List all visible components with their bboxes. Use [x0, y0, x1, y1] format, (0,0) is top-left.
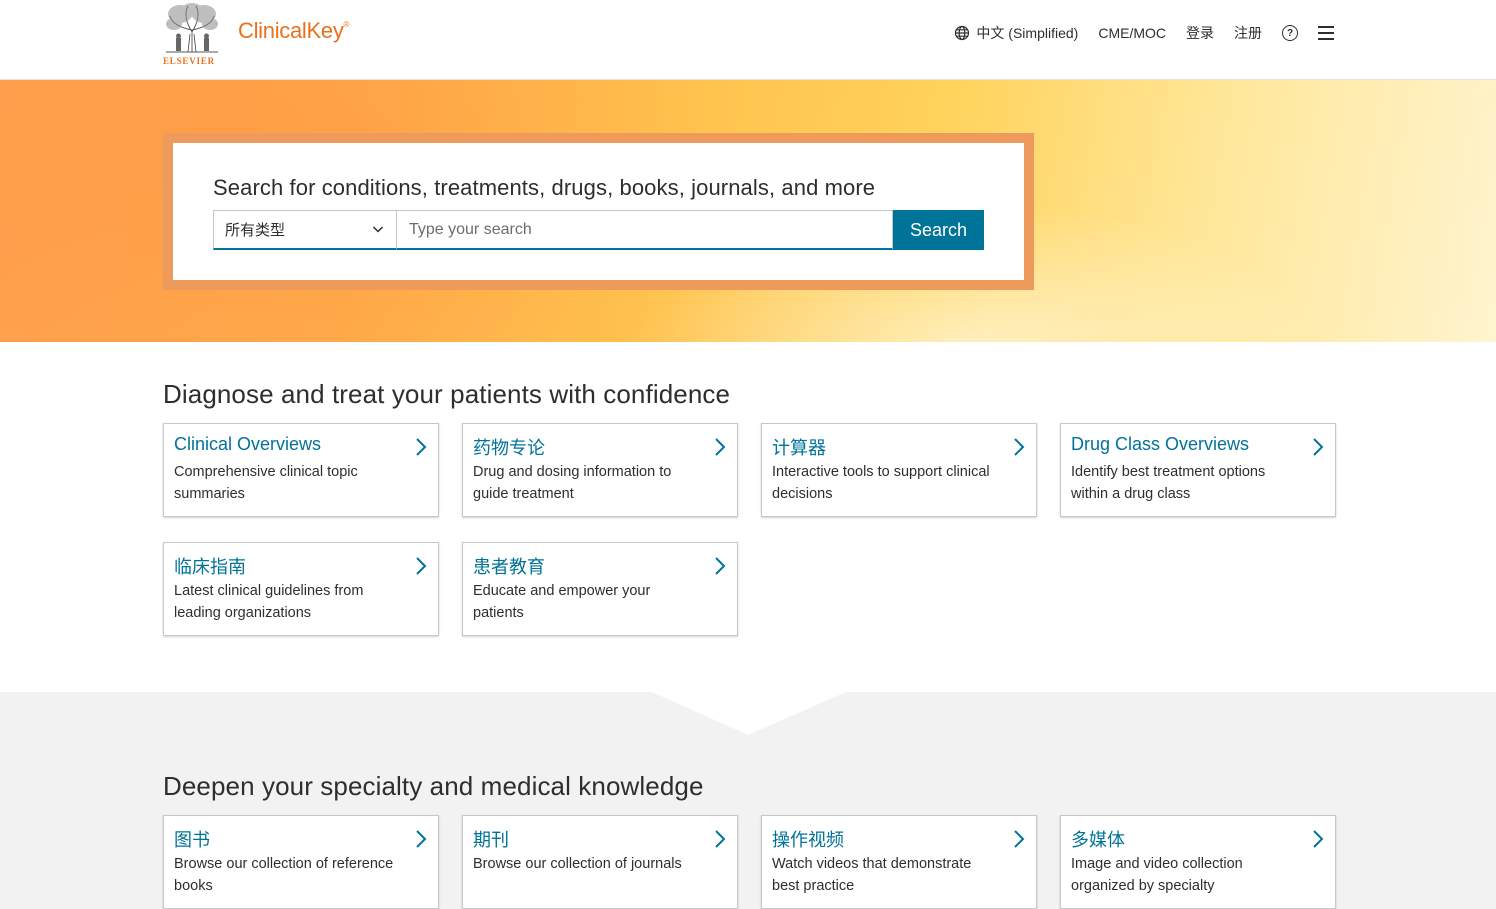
help-button[interactable]: ?: [1282, 25, 1298, 41]
card-title: 患者教育: [473, 557, 545, 577]
diagnose-section-title: Diagnose and treat your patients with co…: [163, 379, 731, 409]
card-description: Latest clinical guidelines from leading …: [174, 583, 364, 621]
card-description: Interactive tools to support clinical de…: [772, 464, 990, 502]
card-patient-education[interactable]: 患者教育 Educate and empower your patients: [462, 542, 738, 636]
deepen-section-title: Deepen your specialty and medical knowle…: [163, 771, 704, 801]
chevron-right-icon: [715, 830, 726, 848]
card-title: Drug Class Overviews: [1071, 434, 1250, 454]
login-link[interactable]: 登录: [1186, 23, 1214, 43]
chevron-right-icon: [416, 438, 427, 456]
card-journals[interactable]: 期刊 Browse our collection of journals: [462, 815, 738, 909]
menu-icon: [1318, 26, 1334, 40]
content-type-dropdown[interactable]: 所有类型: [213, 210, 397, 250]
brand-name: ClinicalKey: [238, 18, 344, 43]
card-description: Educate and empower your patients: [473, 583, 651, 621]
card-clinical-guidelines[interactable]: 临床指南 Latest clinical guidelines from lea…: [163, 542, 439, 636]
cme-moc-link[interactable]: CME/MOC: [1098, 25, 1166, 41]
chevron-right-icon: [416, 557, 427, 575]
search-input[interactable]: [397, 210, 893, 250]
search-button[interactable]: Search: [893, 210, 984, 250]
card-drug-class-overviews[interactable]: Drug Class Overviews Identify best treat…: [1060, 423, 1336, 517]
menu-button[interactable]: [1318, 26, 1334, 40]
card-drug-monographs[interactable]: 药物专论 Drug and dosing information to guid…: [462, 423, 738, 517]
help-icon: ?: [1282, 25, 1298, 41]
register-link[interactable]: 注册: [1234, 23, 1262, 43]
section-notch: [652, 692, 846, 735]
content-type-value: 所有类型: [225, 222, 286, 239]
card-description: Watch videos that demonstrate best pract…: [772, 856, 972, 894]
card-calculators[interactable]: 计算器 Interactive tools to support clinica…: [761, 423, 1037, 517]
top-header: ELSEVIER ClinicalKey® 中文 (Simplified) CM…: [0, 0, 1496, 80]
chevron-right-icon: [416, 830, 427, 848]
search-box: Search for conditions, treatments, drugs…: [173, 143, 1024, 280]
globe-icon: [955, 25, 970, 41]
chevron-right-icon: [715, 438, 726, 456]
search-heading: Search for conditions, treatments, drugs…: [213, 175, 876, 200]
card-clinical-overviews[interactable]: Clinical Overviews Comprehensive clinica…: [163, 423, 439, 517]
elsevier-tree-icon: [166, 3, 218, 53]
language-label: 中文 (Simplified): [976, 25, 1079, 41]
card-title: 图书: [174, 830, 210, 850]
clinicalkey-logo[interactable]: ClinicalKey®: [238, 18, 349, 44]
chevron-right-icon: [1313, 830, 1324, 848]
card-title: 临床指南: [174, 557, 246, 577]
card-description: Drug and dosing information to guide tre…: [473, 464, 672, 502]
chevron-down-icon: [372, 226, 384, 233]
card-description: Image and video collection organized by …: [1071, 856, 1243, 894]
language-selector[interactable]: 中文 (Simplified): [954, 23, 1078, 43]
card-title: 多媒体: [1071, 830, 1125, 850]
card-description: Browse our collection of reference books: [174, 856, 394, 894]
card-books[interactable]: 图书 Browse our collection of reference bo…: [163, 815, 439, 909]
search-panel: Search for conditions, treatments, drugs…: [163, 133, 1034, 290]
chevron-right-icon: [1014, 830, 1025, 848]
card-procedure-videos[interactable]: 操作视频 Watch videos that demonstrate best …: [761, 815, 1037, 909]
elsevier-wordmark: ELSEVIER: [163, 56, 215, 66]
card-title: 计算器: [772, 438, 826, 458]
card-description: Browse our collection of journals: [473, 856, 682, 872]
card-multimedia[interactable]: 多媒体 Image and video collection organized…: [1060, 815, 1336, 909]
card-title: Clinical Overviews: [174, 434, 322, 454]
hero-banner: Search for conditions, treatments, drugs…: [0, 80, 1496, 342]
card-title: 期刊: [473, 830, 509, 850]
card-description: Comprehensive clinical topic summaries: [174, 464, 358, 502]
chevron-right-icon: [1014, 438, 1025, 456]
header-nav: 中文 (Simplified) CME/MOC 登录 注册 ?: [934, 22, 1334, 44]
elsevier-logo[interactable]: ELSEVIER: [162, 2, 224, 68]
card-description: Identify best treatment options within a…: [1071, 464, 1266, 502]
chevron-right-icon: [715, 557, 726, 575]
card-title: 药物专论: [473, 438, 545, 458]
chevron-right-icon: [1313, 438, 1324, 456]
registered-mark: ®: [343, 20, 350, 29]
card-title: 操作视频: [772, 830, 844, 850]
